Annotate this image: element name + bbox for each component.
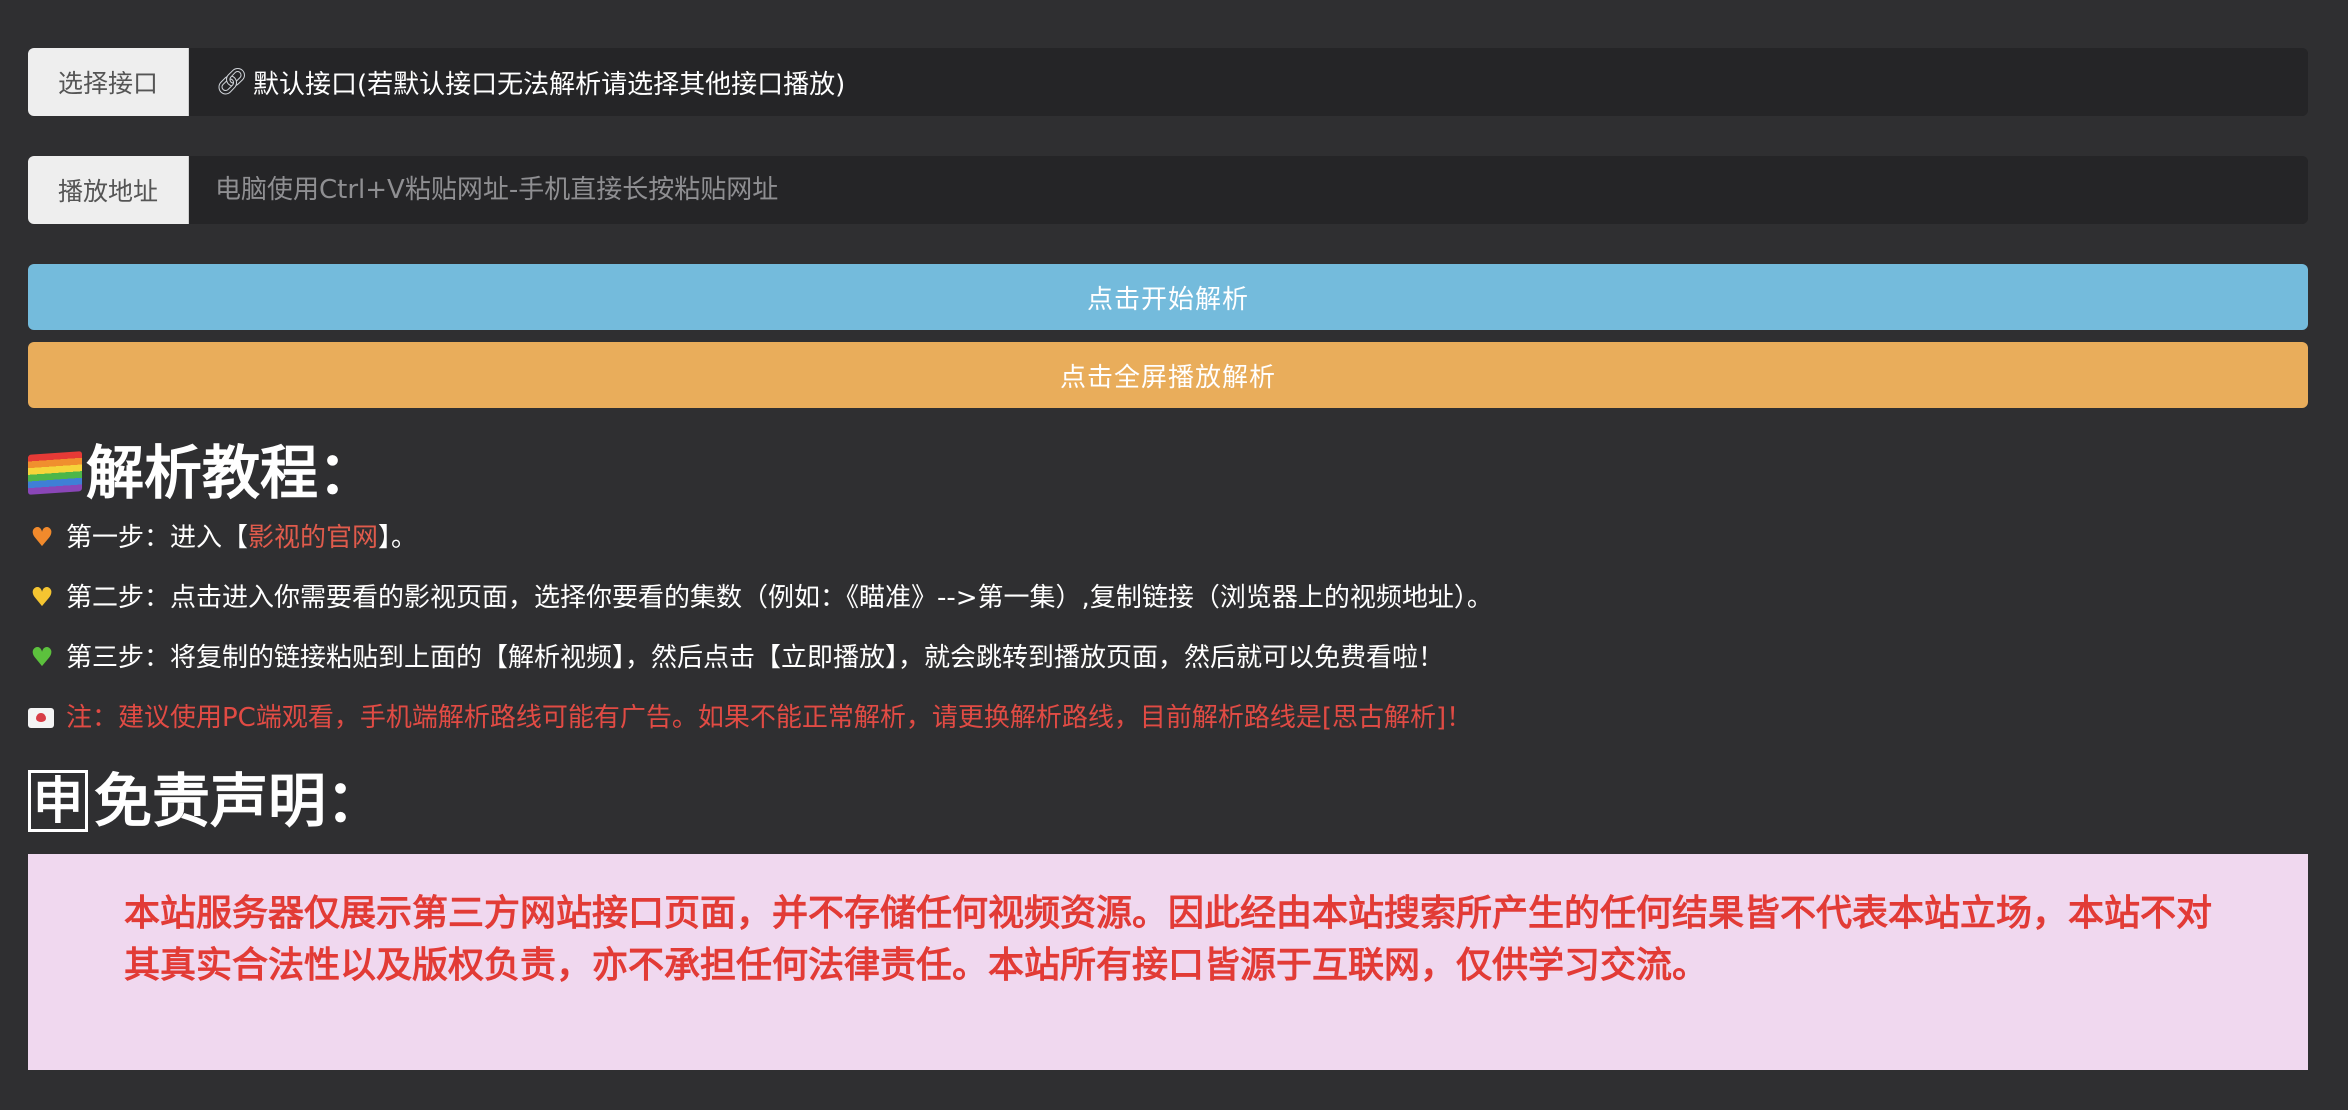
disclaimer-text: 本站服务器仅展示第三方网站接口页面，并不存储任何视频资源。因此经由本站搜索所产生… [124,893,2213,986]
disclaimer-box: 本站服务器仅展示第三方网站接口页面，并不存储任何视频资源。因此经由本站搜索所产生… [28,854,2308,1070]
parser-panel: 选择接口 🔗︎ 默认接口(若默认接口无法解析请选择其他接口播放) 播放地址 点击… [28,48,2308,1070]
disclaimer-heading: 申 免责声明： [28,766,2308,836]
play-address-label: 播放地址 [28,156,189,224]
play-address-input[interactable] [215,156,2308,224]
tutorial-title: 解析教程： [86,439,377,507]
start-parse-button[interactable]: 点击开始解析 [28,264,2308,330]
tutorial-heading: 解析教程： [28,438,2308,508]
tutorial-step-2: ♥ 第二步：点击进入你需要看的影视页面，选择你要看的集数（例如：《瞄准》-->第… [28,580,2308,616]
yellow-heart-icon: ♥ [30,583,54,613]
tutorial-step-3: ♥ 第三步：将复制的链接粘贴到上面的【解析视频】，然后点击【立即播放】，就会跳转… [28,640,2308,676]
play-address-field[interactable] [189,156,2308,224]
official-site-link[interactable]: 影视的官网 [248,520,378,556]
step-1-suffix: 】。 [378,523,418,553]
play-address-row[interactable]: 播放地址 [28,156,2308,224]
note-text: 注：建议使用PC端观看，手机端解析路线可能有广告。如果不能正常解析，请更换解析路… [66,703,1473,733]
rainbow-flag-icon [28,451,82,495]
interface-select[interactable]: 🔗︎ 默认接口(若默认接口无法解析请选择其他接口播放) [189,48,2308,116]
orange-heart-icon: ♥ [30,523,54,553]
love-letter-icon [28,708,54,728]
interface-select-value: 默认接口(若默认接口无法解析请选择其他接口播放) [253,69,846,100]
green-heart-icon: ♥ [30,643,54,673]
tutorial-note: 注：建议使用PC端观看，手机端解析路线可能有广告。如果不能正常解析，请更换解析路… [28,700,2308,736]
step-3-text: 第三步：将复制的链接粘贴到上面的【解析视频】，然后点击【立即播放】，就会跳转到播… [66,643,1445,673]
fullscreen-play-button[interactable]: 点击全屏播放解析 [28,342,2308,408]
step-2-text: 第二步：点击进入你需要看的影视页面，选择你要看的集数（例如：《瞄准》-->第一集… [66,583,1493,613]
link-icon: 🔗︎ [215,67,249,97]
interface-select-row[interactable]: 选择接口 🔗︎ 默认接口(若默认接口无法解析请选择其他接口播放) [28,48,2308,116]
disclaimer-badge-icon: 申 [28,770,88,832]
interface-select-label: 选择接口 [28,48,189,116]
disclaimer-title: 免责声明： [94,767,385,835]
tutorial-step-1: ♥ 第一步：进入【 影视的官网 】。 [28,520,2308,556]
step-1-prefix: 第一步：进入【 [66,523,249,553]
